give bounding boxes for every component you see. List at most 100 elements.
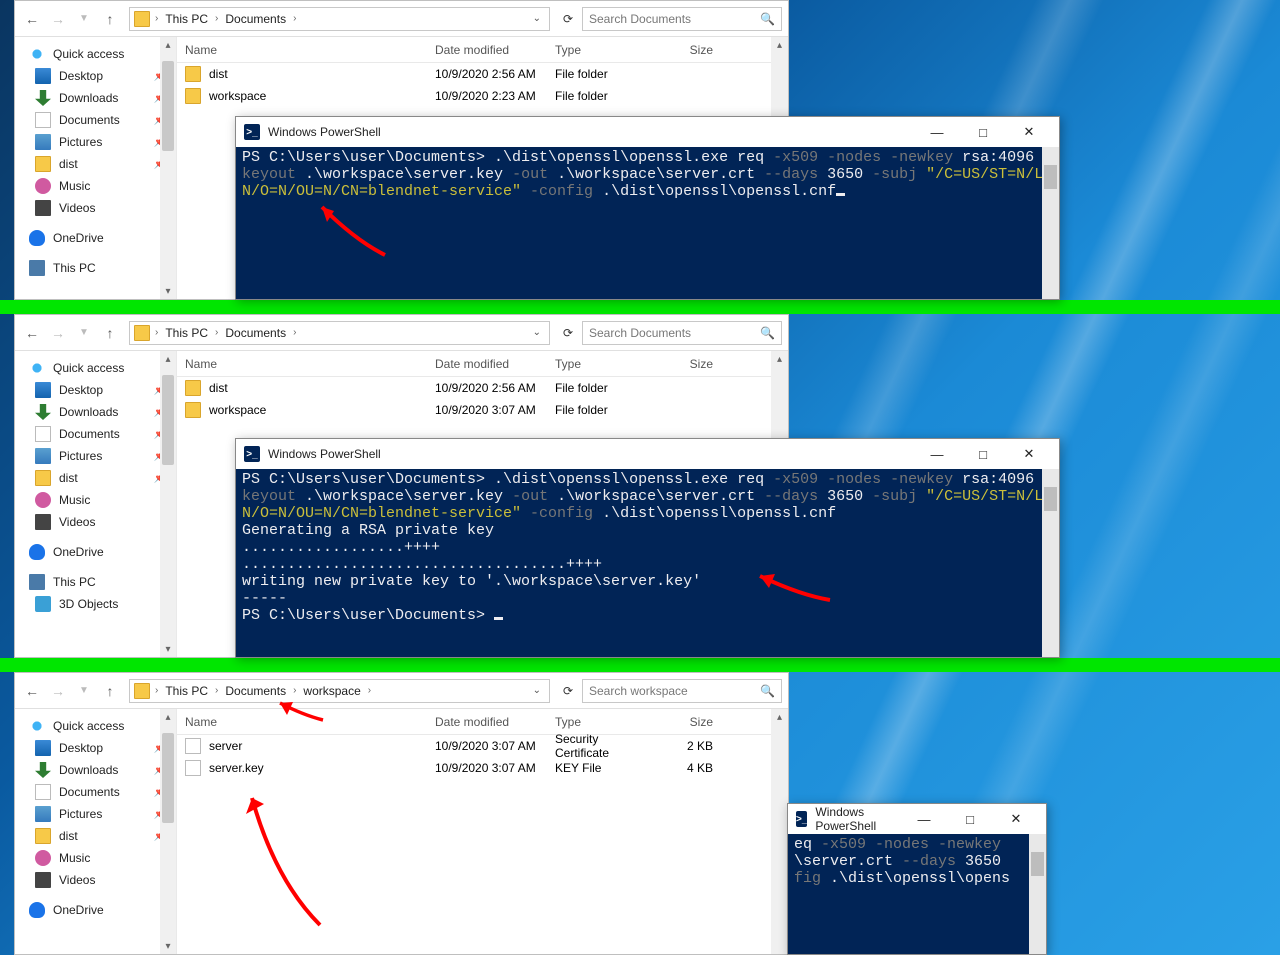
scroll-up-button[interactable]: ▴	[771, 709, 788, 726]
sidebar-item[interactable]: Desktop📌	[15, 737, 176, 759]
terminal-output[interactable]: PS C:\Users\user\Documents> .\dist\opens…	[236, 147, 1059, 299]
scroll-up-button[interactable]: ▴	[771, 37, 788, 54]
scroll-down-button[interactable]: ▾	[160, 283, 176, 299]
sidebar-item[interactable]: Documents📌	[15, 781, 176, 803]
sidebar-item[interactable]: Pictures📌	[15, 445, 176, 467]
scrollbar-thumb[interactable]	[162, 733, 174, 823]
sidebar-item[interactable]: Downloads📌	[15, 759, 176, 781]
sidebar-item[interactable]: Pictures📌	[15, 131, 176, 153]
breadcrumb-segment[interactable]: Documents	[223, 326, 288, 340]
titlebar[interactable]: >_Windows PowerShell―□✕	[236, 439, 1059, 469]
file-row[interactable]: dist10/9/2020 2:56 AMFile folder	[177, 63, 788, 85]
scroll-up-button[interactable]: ▴	[160, 37, 176, 53]
column-header[interactable]: Name	[177, 43, 427, 57]
nav-back-button[interactable]: ←	[21, 322, 43, 344]
close-button[interactable]: ✕	[994, 805, 1038, 833]
sidebar-item[interactable]: OneDrive	[15, 899, 176, 921]
breadcrumb-segment[interactable]: This PC	[163, 326, 210, 340]
sidebar-item[interactable]: Music	[15, 489, 176, 511]
scrollbar-thumb[interactable]	[1031, 852, 1044, 876]
refresh-button[interactable]: ⟳	[558, 681, 578, 701]
minimize-button[interactable]: ―	[902, 805, 946, 833]
refresh-button[interactable]: ⟳	[558, 323, 578, 343]
file-row[interactable]: dist10/9/2020 2:56 AMFile folder	[177, 377, 788, 399]
sidebar-item[interactable]: OneDrive	[15, 227, 176, 249]
address-bar[interactable]: ›This PC›Documents›⌄	[129, 7, 550, 31]
refresh-button[interactable]: ⟳	[558, 9, 578, 29]
titlebar[interactable]: >_Windows PowerShell―□✕	[236, 117, 1059, 147]
sidebar-item[interactable]: Downloads📌	[15, 87, 176, 109]
search-input[interactable]: Search Documents🔍	[582, 321, 782, 345]
close-button[interactable]: ✕	[1007, 440, 1051, 468]
address-dropdown-button[interactable]: ⌄	[529, 327, 545, 338]
sidebar-item[interactable]: Pictures📌	[15, 803, 176, 825]
scroll-up-button[interactable]: ▴	[771, 351, 788, 368]
scroll-down-button[interactable]: ▾	[160, 938, 176, 954]
nav-back-button[interactable]: ←	[21, 680, 43, 702]
file-row[interactable]: server.key10/9/2020 3:07 AMKEY File4 KB	[177, 757, 788, 779]
nav-recent-dropdown[interactable]: ▼	[73, 322, 95, 344]
sidebar-item[interactable]: Quick access	[15, 715, 176, 737]
sidebar-item[interactable]: Downloads📌	[15, 401, 176, 423]
scroll-up-button[interactable]: ▴	[160, 351, 176, 367]
file-row[interactable]: server10/9/2020 3:07 AMSecurity Certific…	[177, 735, 788, 757]
address-dropdown-button[interactable]: ⌄	[529, 685, 545, 696]
scroll-up-button[interactable]: ▴	[160, 709, 176, 725]
search-input[interactable]: Search workspace🔍	[582, 679, 782, 703]
sidebar-item[interactable]: dist📌	[15, 467, 176, 489]
column-header[interactable]: Type	[547, 715, 662, 729]
scrollbar[interactable]: ▴▾	[160, 709, 176, 954]
sidebar-item[interactable]: Videos	[15, 869, 176, 891]
maximize-button[interactable]: □	[961, 118, 1005, 146]
address-bar[interactable]: ›This PC›Documents›⌄	[129, 321, 550, 345]
column-header[interactable]: Date modified	[427, 357, 547, 371]
column-header[interactable]: Type	[547, 43, 662, 57]
breadcrumb-segment[interactable]: workspace	[301, 684, 362, 698]
sidebar-item[interactable]: OneDrive	[15, 541, 176, 563]
sidebar-item[interactable]: Desktop📌	[15, 379, 176, 401]
column-header[interactable]: Type	[547, 357, 662, 371]
column-header[interactable]: Size	[662, 715, 722, 729]
column-header[interactable]: Name	[177, 357, 427, 371]
column-header[interactable]: Size	[662, 357, 722, 371]
file-row[interactable]: workspace10/9/2020 3:07 AMFile folder	[177, 399, 788, 421]
nav-up-button[interactable]: ↑	[99, 680, 121, 702]
sidebar-item[interactable]: Videos	[15, 511, 176, 533]
sidebar-item[interactable]: Documents📌	[15, 423, 176, 445]
sidebar-item[interactable]: Videos	[15, 197, 176, 219]
scrollbar[interactable]: ▴▾	[160, 37, 176, 299]
minimize-button[interactable]: ―	[915, 440, 959, 468]
titlebar[interactable]: >_Windows PowerShell―□✕	[788, 804, 1046, 834]
maximize-button[interactable]: □	[948, 805, 992, 833]
nav-forward-button[interactable]: →	[47, 8, 69, 30]
sidebar-item[interactable]: dist📌	[15, 153, 176, 175]
nav-back-button[interactable]: ←	[21, 8, 43, 30]
nav-forward-button[interactable]: →	[47, 680, 69, 702]
minimize-button[interactable]: ―	[915, 118, 959, 146]
sidebar-item[interactable]: 3D Objects	[15, 593, 176, 615]
scrollbar-thumb[interactable]	[162, 61, 174, 151]
maximize-button[interactable]: □	[961, 440, 1005, 468]
sidebar-item[interactable]: Documents📌	[15, 109, 176, 131]
scrollbar[interactable]: ▴▾	[160, 351, 176, 657]
sidebar-item[interactable]: dist📌	[15, 825, 176, 847]
scrollbar[interactable]: ▴	[771, 709, 788, 954]
search-input[interactable]: Search Documents🔍	[582, 7, 782, 31]
close-button[interactable]: ✕	[1007, 118, 1051, 146]
column-header[interactable]: Size	[662, 43, 722, 57]
scrollbar-thumb[interactable]	[162, 375, 174, 465]
nav-forward-button[interactable]: →	[47, 322, 69, 344]
scrollbar[interactable]	[1042, 147, 1059, 299]
sidebar-item[interactable]: This PC	[15, 571, 176, 593]
terminal-output[interactable]: eq -x509 -nodes -newkey\server.crt --day…	[788, 834, 1046, 954]
sidebar-item[interactable]: This PC	[15, 257, 176, 279]
breadcrumb-segment[interactable]: Documents	[223, 684, 288, 698]
column-header[interactable]: Date modified	[427, 715, 547, 729]
file-row[interactable]: workspace10/9/2020 2:23 AMFile folder	[177, 85, 788, 107]
address-dropdown-button[interactable]: ⌄	[529, 13, 545, 24]
nav-recent-dropdown[interactable]: ▼	[73, 680, 95, 702]
column-header[interactable]: Date modified	[427, 43, 547, 57]
scrollbar-thumb[interactable]	[1044, 165, 1057, 189]
nav-up-button[interactable]: ↑	[99, 8, 121, 30]
scrollbar-thumb[interactable]	[1044, 487, 1057, 511]
